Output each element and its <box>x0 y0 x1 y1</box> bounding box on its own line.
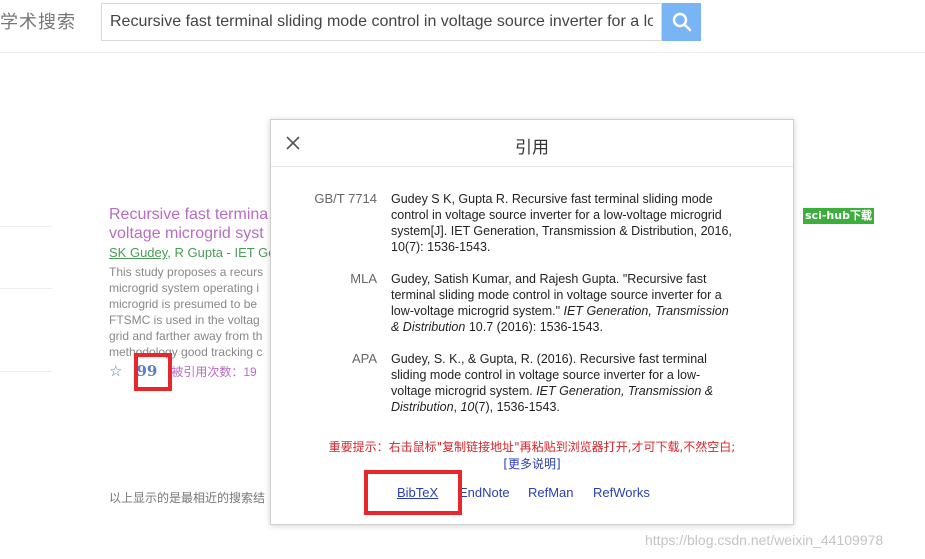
citation-line: Distribution, 10(7), 1536-1543. <box>391 399 756 415</box>
important-notice: 重要提示：右击鼠标"复制链接地址"再粘贴到浏览器打开,才可下载,不然空白; <box>328 440 736 454</box>
sidebar-divider <box>0 226 52 227</box>
citation-text[interactable]: Gudey, S. K., & Gupta, R. (2016). Recurs… <box>391 351 756 415</box>
search-icon <box>672 12 691 32</box>
citation-line: Gudey, S. K., & Gupta, R. (2016). Recurs… <box>391 352 707 366</box>
citation-line: terminal sliding mode control in voltage… <box>391 288 722 302</box>
dialog-title: 引用 <box>515 138 549 158</box>
citation-text[interactable]: Gudey, Satish Kumar, and Rajesh Gupta. "… <box>391 271 756 335</box>
result-actions: ☆ 99 被引用次数：19 <box>109 361 257 381</box>
citation-line: voltage microgrid system. IET Generation… <box>391 383 756 399</box>
site-logo[interactable]: 学术搜索 <box>0 8 76 34</box>
citation-segment: (7), 1536-1543. <box>474 400 560 414</box>
cited-by-link[interactable]: 被引用次数：19 <box>171 363 256 380</box>
citation-segment: 10.7 (2016): 1536-1543. <box>465 320 603 334</box>
citation-segment: low-voltage microgrid system." <box>391 304 564 318</box>
cite-dialog: 引用 GB/T 7714 Gudey S K, Gupta R. Recursi… <box>270 119 794 525</box>
dialog-header: 引用 <box>271 120 793 167</box>
citation-line: 10(7): 1536-1543. <box>391 240 491 254</box>
bibtex-highlight-box <box>364 470 462 515</box>
citation-line: sliding mode control in voltage source i… <box>391 368 701 382</box>
save-star-icon[interactable]: ☆ <box>109 362 122 380</box>
results-footer-note: 以上显示的是最相近的搜索结 <box>109 491 266 505</box>
sidebar-divider <box>0 371 52 372</box>
search-button[interactable] <box>662 3 701 41</box>
citation-format-label: MLA <box>350 271 377 286</box>
scihub-download-badge[interactable]: sci-hub下载 <box>803 208 874 224</box>
author-rest: , R Gupta - IET Ge <box>167 245 276 260</box>
export-refman-link[interactable]: RefMan <box>528 484 574 502</box>
header-divider <box>0 52 925 53</box>
cite-button-highlight-box <box>134 353 172 391</box>
citation-volume: 10 <box>460 400 475 414</box>
citation-line: & Distribution 10.7 (2016): 1536-1543. <box>391 319 756 335</box>
citation-line: Gudey S K, Gupta R. Recursive fast termi… <box>391 192 713 206</box>
export-endnote-link[interactable]: EndNote <box>459 484 510 502</box>
page: 学术搜索 Recursive fast termina voltage micr… <box>0 0 925 559</box>
export-refworks-link[interactable]: RefWorks <box>593 484 650 502</box>
citation-format-label: APA <box>351 351 377 366</box>
citation-text[interactable]: Gudey S K, Gupta R. Recursive fast termi… <box>391 191 756 255</box>
citation-journal: IET Generation, Transmission & <box>536 384 714 398</box>
citation-journal: & Distribution <box>391 320 466 334</box>
citation-segment: voltage microgrid system. <box>391 384 537 398</box>
result-authors: SK Gudey, R Gupta - IET Ge <box>109 245 275 260</box>
watermark: https://blog.csdn.net/weixin_44109978 <box>645 532 884 548</box>
more-info-link[interactable]: [更多说明] <box>271 456 793 472</box>
citation-line: control in voltage source inverter for a… <box>391 208 722 222</box>
sidebar-divider <box>0 288 52 289</box>
citation-journal: IET Generation, Transmission <box>563 304 729 318</box>
author-link[interactable]: SK Gudey <box>109 245 167 260</box>
export-links: BibTeX EndNote RefMan RefWorks <box>271 484 793 504</box>
citation-line: low-voltage microgrid system." IET Gener… <box>391 303 756 319</box>
search-box[interactable] <box>101 3 662 41</box>
citation-line: system[J]. IET Generation, Transmission … <box>391 224 732 238</box>
search-input[interactable] <box>102 4 661 40</box>
citation-journal: Distribution <box>391 400 454 414</box>
citation-line: Gudey, Satish Kumar, and Rajesh Gupta. "… <box>391 272 707 286</box>
citation-format-label: GB/T 7714 <box>314 191 377 206</box>
